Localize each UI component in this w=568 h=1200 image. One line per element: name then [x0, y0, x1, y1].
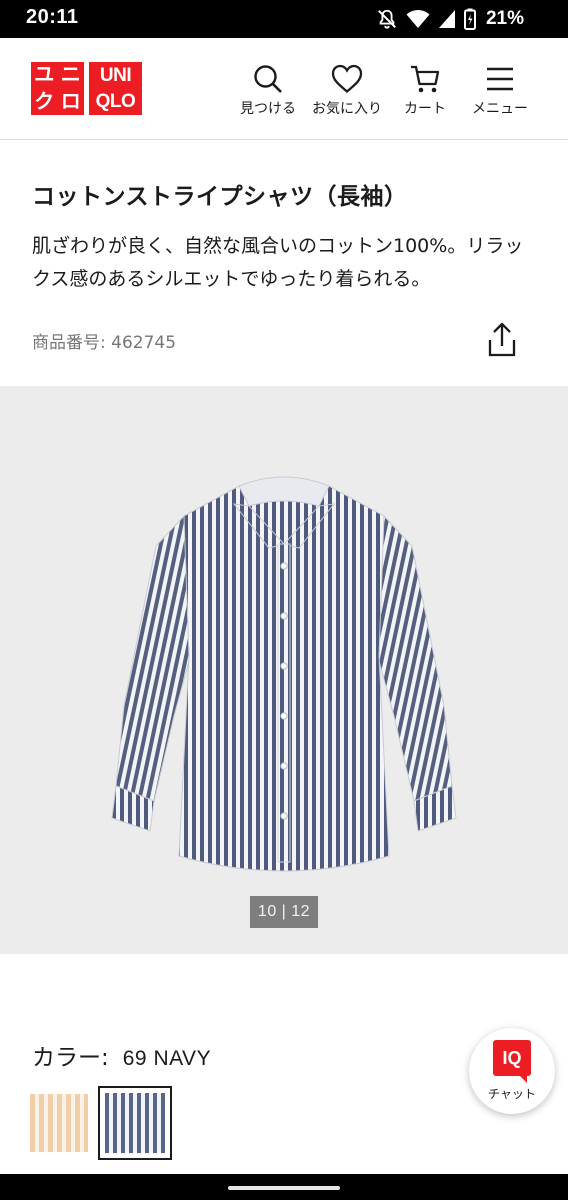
search-icon [254, 65, 282, 93]
image-counter: 10 | 12 [250, 896, 318, 928]
product-code-label: 商品番号: [32, 333, 106, 353]
striped-shirt-image [111, 476, 457, 872]
nav-favorites-button[interactable]: お気に入り [312, 64, 382, 118]
battery-percent: 21% [485, 8, 524, 29]
product-title: コットンストライプシャツ（長袖） [32, 184, 408, 210]
share-icon [488, 322, 516, 357]
color-swatch-navy-selected[interactable] [98, 1086, 172, 1160]
status-icons: 21% [376, 8, 524, 30]
logo-kana-char: ユ [34, 64, 55, 87]
color-swatch-beige[interactable] [30, 1094, 88, 1152]
system-navigation-bar [0, 1174, 568, 1200]
navy-stripe-swatch [105, 1093, 165, 1153]
product-code: 商品番号: 462745 [32, 328, 176, 353]
logo-kana-char: ロ [60, 90, 81, 113]
product-image-gallery[interactable]: 10 | 12 [0, 386, 568, 954]
mute-bell-icon [378, 9, 396, 29]
nav-favorites-label: お気に入り [312, 101, 382, 117]
cart-icon [411, 65, 440, 93]
menu-icon [487, 67, 513, 91]
logo-latin-text: UNI [99, 64, 132, 86]
color-label: カラー: [32, 1045, 109, 1071]
product-code-value: 462745 [111, 333, 177, 353]
logo-latin-box: UNI QLO [89, 62, 142, 115]
share-button[interactable] [486, 322, 518, 358]
chat-label: チャット [488, 1087, 536, 1101]
wifi-icon [406, 10, 430, 28]
signal-icon [438, 10, 455, 28]
site-header: ユ ニ ク ロ UNI QLO 見つける お気に入り カート メニュー [0, 38, 568, 140]
nav-menu-label: メニュー [472, 101, 528, 117]
nav-menu-button[interactable]: メニュー [472, 64, 528, 118]
color-selector-label: カラー: 69 NAVY [32, 1038, 211, 1072]
logo-kana-box: ユ ニ ク ロ [31, 62, 84, 115]
logo-kana-char: ニ [60, 64, 81, 87]
nav-cart-label: カート [404, 101, 446, 117]
heart-icon [331, 64, 363, 94]
iq-chat-icon: IQ [493, 1040, 531, 1083]
product-description: 肌ざわりが良く、自然な風合いのコットン100%。リラックス感のあるシルエットでゆ… [32, 235, 524, 290]
nav-discover-label: 見つける [240, 101, 296, 117]
logo-latin-text: QLO [95, 91, 136, 113]
status-time: 20:11 [26, 6, 79, 28]
nav-cart-button[interactable]: カート [404, 64, 446, 118]
home-gesture-handle[interactable] [228, 1186, 340, 1190]
iq-chat-button[interactable]: IQ チャット [469, 1028, 555, 1114]
uniqlo-logo[interactable]: ユ ニ ク ロ UNI QLO [31, 62, 142, 115]
status-bar: 20:11 21% [0, 0, 568, 38]
nav-discover-button[interactable]: 見つける [240, 64, 296, 118]
selected-color-value: 69 NAVY [122, 1047, 212, 1070]
logo-kana-char: ク [34, 90, 55, 113]
battery-icon [463, 8, 476, 30]
